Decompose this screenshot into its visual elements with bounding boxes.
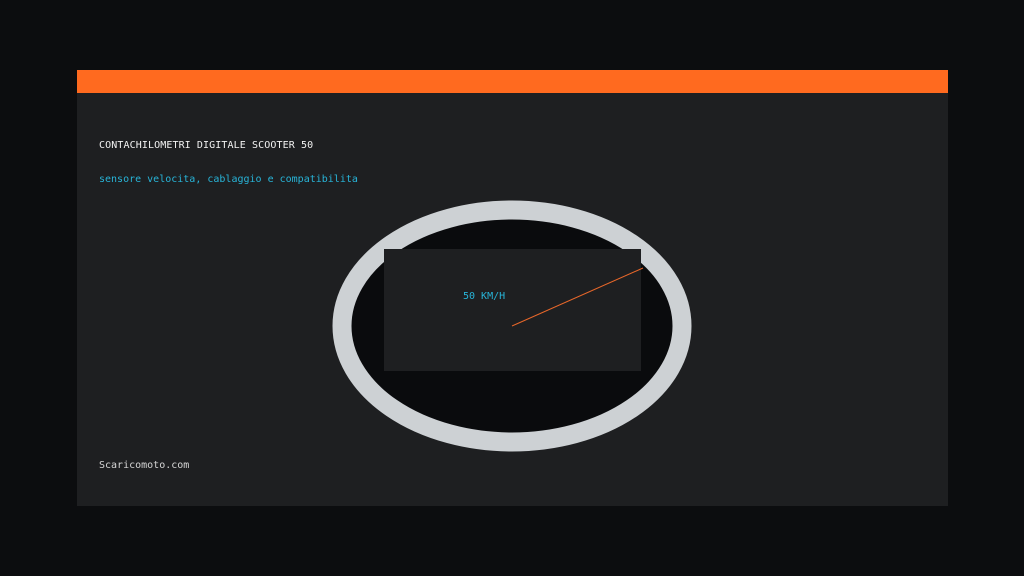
speed-readout: 50 KM/H [463,291,506,302]
slide-frame: CONTACHILOMETRI DIGITALE SCOOTER 50 sens… [77,70,948,506]
gauge-display-panel [384,249,641,371]
speedometer-gauge [332,200,692,452]
footer-site: Scaricomoto.com [99,460,190,471]
